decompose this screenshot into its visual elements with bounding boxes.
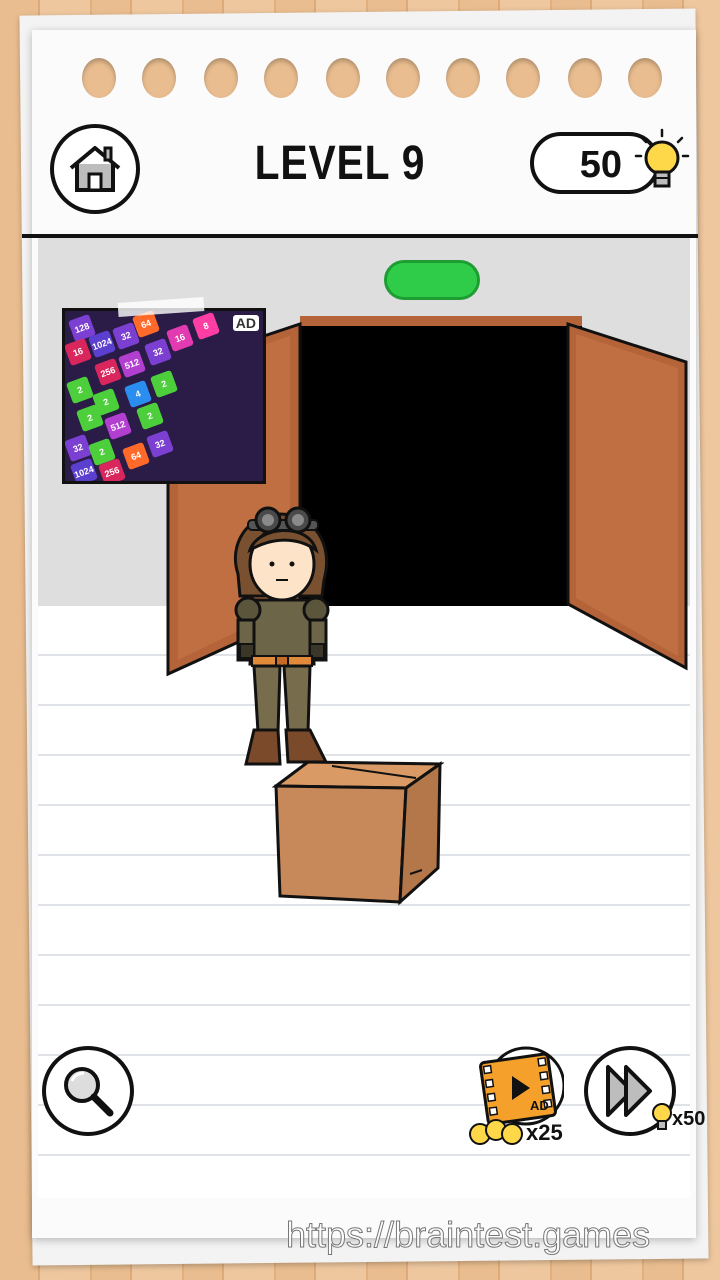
ad-board[interactable]: 128 64 8 16 1024 32 16 256 512 32 2 2 4 …: [62, 308, 266, 484]
hint-count: 50: [579, 144, 622, 186]
ad-tile: 32: [143, 337, 173, 367]
binder-hole: [568, 58, 602, 98]
home-icon: [69, 146, 121, 192]
ad-tile: 512: [103, 411, 133, 441]
cardboard-box[interactable]: [272, 758, 444, 908]
ad-badge: AD: [530, 1098, 549, 1113]
skip-cost: x50: [672, 1108, 706, 1130]
ad-tile: 32: [145, 429, 175, 459]
green-light-switch[interactable]: [384, 260, 480, 300]
binder-hole: [506, 58, 540, 98]
binder-hole: [628, 58, 662, 98]
ad-tile: 256: [93, 357, 123, 387]
lightbulb-icon: [634, 128, 690, 188]
binder-hole: [264, 58, 298, 98]
magnifier-icon: [64, 1067, 114, 1117]
binder-hole: [142, 58, 176, 98]
skip-cost-lightbulb-icon: [652, 1103, 672, 1130]
binder-hole: [386, 58, 420, 98]
lightbulbs-icon: [469, 1119, 523, 1145]
ad-tile: 64: [121, 441, 151, 471]
watch-ad-button[interactable]: AD x25: [469, 1046, 568, 1146]
character-girl[interactable]: [218, 504, 348, 774]
ad-tile: 8: [191, 311, 221, 341]
level-title: LEVEL 9: [254, 137, 426, 190]
ad-tile: 2: [65, 375, 95, 405]
ad-reward-count: x25: [526, 1120, 563, 1145]
magnifier-hint-button[interactable]: [42, 1046, 134, 1136]
right-door[interactable]: [564, 322, 690, 678]
url-watermark: https://braintest.games: [285, 1214, 651, 1256]
ad-tile: 2: [135, 401, 165, 431]
binder-hole: [204, 58, 238, 98]
home-button[interactable]: [50, 124, 140, 214]
binder-hole: [326, 58, 360, 98]
ad-tile: 16: [65, 337, 93, 367]
binder-hole: [82, 58, 116, 98]
ad-tile: 2: [149, 369, 179, 399]
ad-tile: 16: [165, 323, 195, 353]
ad-label: AD: [232, 315, 259, 331]
game-scene: 128 64 8 16 1024 32 16 256 512 32 2 2 4 …: [38, 238, 690, 1198]
ad-tile: 512: [117, 349, 147, 379]
binder-hole: [446, 58, 480, 98]
